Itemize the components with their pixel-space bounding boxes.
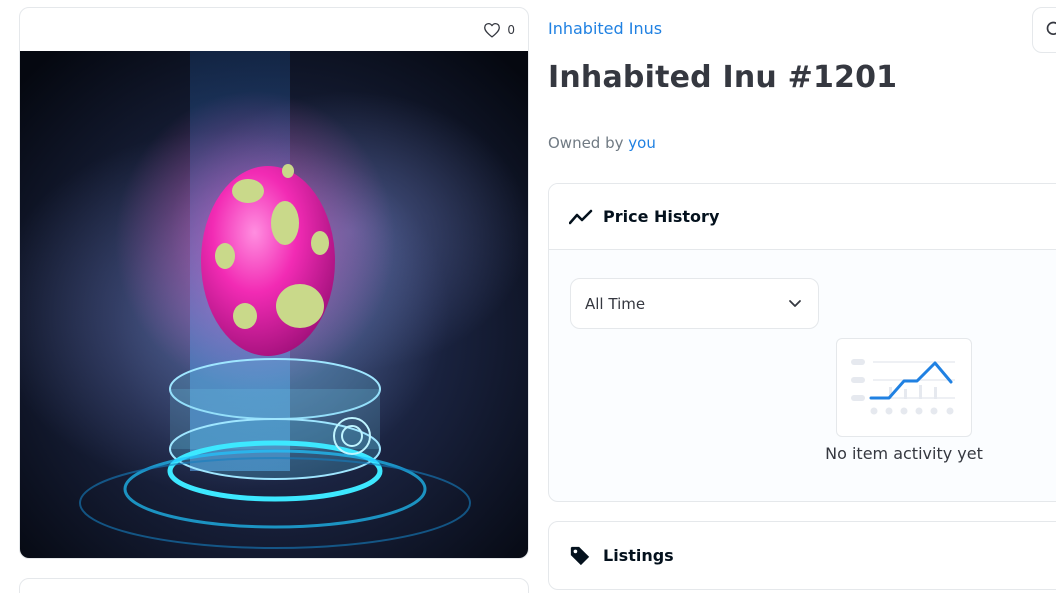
search-button[interactable]	[1032, 7, 1056, 53]
favorite-count: 0	[507, 22, 515, 37]
empty-activity-message: No item activity yet	[825, 444, 983, 463]
time-range-select[interactable]: All Time	[570, 278, 819, 329]
collection-link[interactable]: Inhabited Inus	[548, 19, 662, 38]
heart-icon	[484, 22, 501, 38]
empty-chart-illustration	[836, 338, 972, 437]
trend-line-icon	[569, 209, 593, 224]
owner-line: Owned by you	[548, 134, 656, 152]
tag-icon	[570, 546, 590, 565]
price-history-title: Price History	[603, 207, 720, 226]
media-header: 0	[20, 8, 528, 51]
price-history-header[interactable]: Price History	[549, 184, 1056, 250]
time-range-value: All Time	[585, 294, 646, 313]
owner-link[interactable]: you	[628, 134, 656, 152]
price-history-panel: Price History All Time No item activity …	[548, 183, 1056, 502]
media-card: 0	[19, 7, 529, 559]
chart-placeholder-icon	[851, 359, 955, 415]
chevron-down-icon	[789, 299, 801, 307]
item-page: 0 Inhabited Inus Inhabited Inu #1201 Own…	[0, 0, 1056, 593]
search-icon	[1046, 21, 1056, 35]
listings-title: Listings	[603, 546, 674, 565]
owned-by-label: Owned by	[548, 134, 624, 152]
listings-panel[interactable]: Listings	[548, 521, 1056, 590]
details-card	[19, 578, 529, 593]
nft-image[interactable]	[20, 51, 529, 559]
item-title: Inhabited Inu #1201	[548, 60, 898, 95]
favorite-button[interactable]: 0	[483, 22, 515, 38]
